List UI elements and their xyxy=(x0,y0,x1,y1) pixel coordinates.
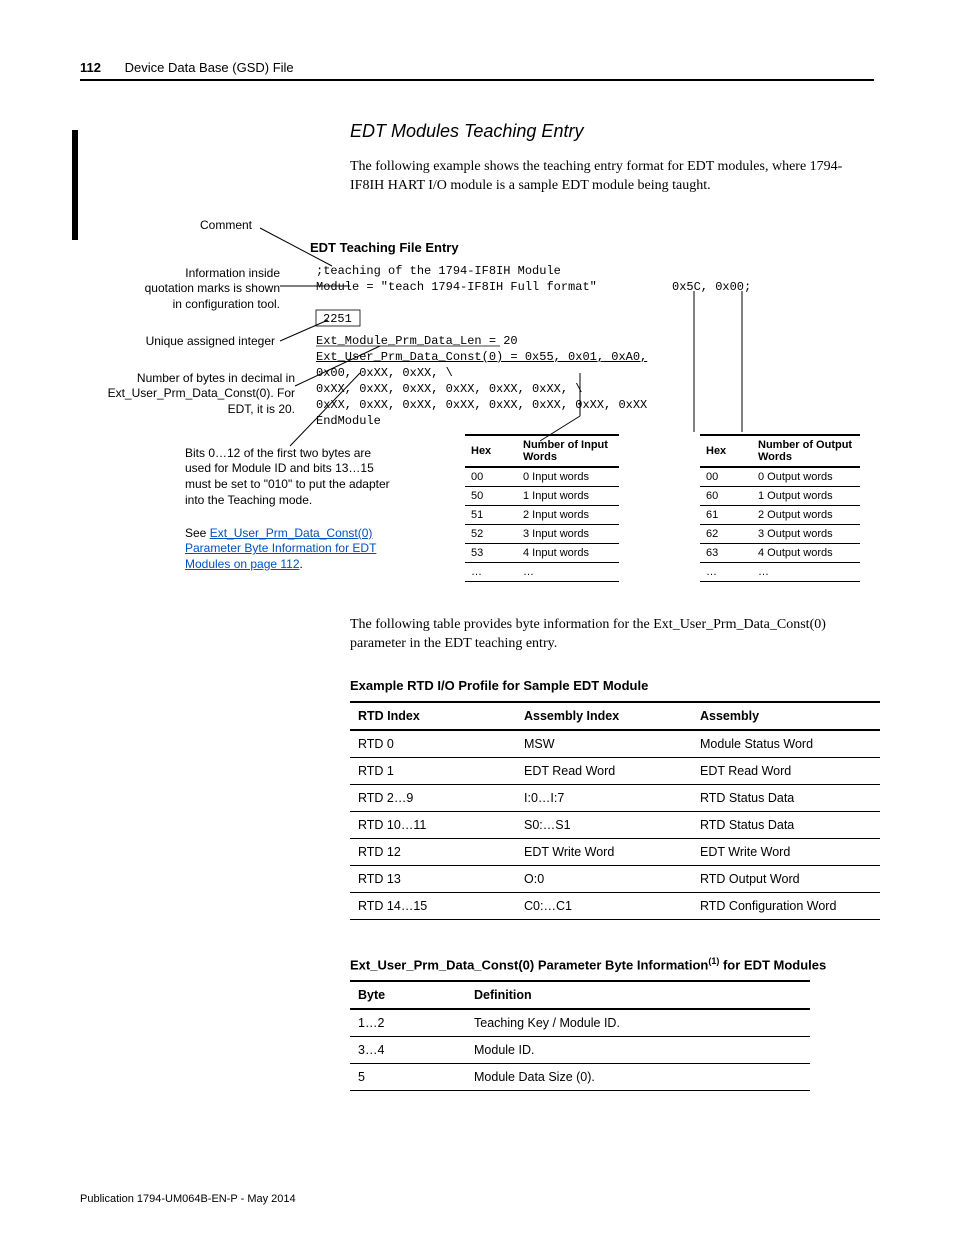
output-words-header: Number of Output Words xyxy=(752,435,860,467)
intro-paragraph: The following example shows the teaching… xyxy=(350,158,864,196)
table-cell: 3…4 xyxy=(350,1036,466,1063)
code-line-9: EndModule xyxy=(316,412,381,430)
code-line-5: Ext_User_Prm_Data_Const(0) = 0x55, 0x01,… xyxy=(316,350,647,364)
rtd-caption: Example RTD I/O Profile for Sample EDT M… xyxy=(350,678,874,693)
byte-h1: Byte xyxy=(350,981,466,1009)
input-hex-header: Hex xyxy=(465,435,517,467)
table-cell: … xyxy=(752,562,860,581)
table-cell: 4 Output words xyxy=(752,543,860,562)
table-cell: 63 xyxy=(700,543,752,562)
table-cell: … xyxy=(517,562,619,581)
table-cell: EDT Read Word xyxy=(692,757,880,784)
see-link[interactable]: Ext_User_Prm_Data_Const(0) Parameter Byt… xyxy=(185,526,376,571)
code-line-2b: 0x5C, 0x00; xyxy=(672,278,751,296)
table-cell: 00 xyxy=(465,467,517,487)
table-cell: 3 Input words xyxy=(517,524,619,543)
see-post: . xyxy=(300,557,303,571)
see-pre: See xyxy=(185,526,210,540)
chapter-title: Device Data Base (GSD) File xyxy=(125,60,294,75)
rtd-h2: Assembly Index xyxy=(516,702,692,730)
rtd-h1: RTD Index xyxy=(350,702,516,730)
byte-caption-sup: (1) xyxy=(708,956,719,966)
rtd-h3: Assembly xyxy=(692,702,880,730)
byte-caption-pre: Ext_User_Prm_Data_Const(0) Parameter Byt… xyxy=(350,957,708,972)
byte-h2: Definition xyxy=(466,981,810,1009)
table-cell: 1 Input words xyxy=(517,486,619,505)
table-cell: 50 xyxy=(465,486,517,505)
table-cell: 4 Input words xyxy=(517,543,619,562)
byte-caption-post: for EDT Modules xyxy=(719,957,826,972)
table-cell: RTD 10…11 xyxy=(350,811,516,838)
annotation-comment: Comment xyxy=(200,218,252,234)
table-cell: RTD Configuration Word xyxy=(692,892,880,919)
table-cell: 2 Input words xyxy=(517,505,619,524)
table-cell: I:0…I:7 xyxy=(516,784,692,811)
table-cell: RTD 0 xyxy=(350,730,516,758)
table-cell: RTD Status Data xyxy=(692,811,880,838)
table-cell: 51 xyxy=(465,505,517,524)
table-cell: … xyxy=(465,562,517,581)
byte-intro: The following table provides byte inform… xyxy=(350,616,864,654)
rtd-table: RTD Index Assembly Index Assembly RTD 0M… xyxy=(350,701,880,920)
table-cell: EDT Read Word xyxy=(516,757,692,784)
annotation-info: Information inside quotation marks is sh… xyxy=(140,266,280,313)
byte-table: Byte Definition 1…2Teaching Key / Module… xyxy=(350,980,810,1091)
table-cell: RTD 14…15 xyxy=(350,892,516,919)
table-cell: 2 Output words xyxy=(752,505,860,524)
output-hex-header: Hex xyxy=(700,435,752,467)
table-cell: RTD 1 xyxy=(350,757,516,784)
input-words-table: Hex Number of Input Words 000 Input word… xyxy=(465,434,619,582)
table-cell: 1…2 xyxy=(350,1009,466,1037)
table-cell: 61 xyxy=(700,505,752,524)
table-cell: 62 xyxy=(700,524,752,543)
table-cell: 5 xyxy=(350,1063,466,1090)
margin-bar xyxy=(72,130,78,240)
input-words-header: Number of Input Words xyxy=(517,435,619,467)
table-cell: 0 Input words xyxy=(517,467,619,487)
output-words-table: Hex Number of Output Words 000 Output wo… xyxy=(700,434,860,582)
table-cell: RTD Output Word xyxy=(692,865,880,892)
bits-note: Bits 0…12 of the first two bytes are use… xyxy=(185,446,395,508)
table-cell: 0 Output words xyxy=(752,467,860,487)
see-note: See Ext_User_Prm_Data_Const(0) Parameter… xyxy=(185,526,395,573)
table-cell: RTD 13 xyxy=(350,865,516,892)
table-cell: 00 xyxy=(700,467,752,487)
table-cell: 1 Output words xyxy=(752,486,860,505)
annotation-numbytes: Number of bytes in decimal in Ext_User_P… xyxy=(100,371,295,418)
page-number: 112 xyxy=(80,60,101,75)
page-header: 112 Device Data Base (GSD) File xyxy=(80,60,874,81)
table-cell: RTD 12 xyxy=(350,838,516,865)
table-cell: 60 xyxy=(700,486,752,505)
section-title: EDT Modules Teaching Entry xyxy=(350,121,874,142)
byte-caption: Ext_User_Prm_Data_Const(0) Parameter Byt… xyxy=(350,956,874,972)
publication-footer: Publication 1794-UM064B-EN-P - May 2014 xyxy=(80,1193,296,1205)
table-cell: MSW xyxy=(516,730,692,758)
diagram-area: Comment Information inside quotation mar… xyxy=(80,216,874,586)
code-line-2a: Module = "teach 1794-IF8IH Full format" xyxy=(316,278,597,296)
table-cell: RTD Status Data xyxy=(692,784,880,811)
table-cell: Teaching Key / Module ID. xyxy=(466,1009,810,1037)
table-cell: 53 xyxy=(465,543,517,562)
table-cell: Module ID. xyxy=(466,1036,810,1063)
code-line-3: 2251 xyxy=(323,310,352,328)
table-cell: 52 xyxy=(465,524,517,543)
teaching-file-heading: EDT Teaching File Entry xyxy=(310,240,459,255)
table-cell: 3 Output words xyxy=(752,524,860,543)
table-cell: Module Data Size (0). xyxy=(466,1063,810,1090)
annotation-unique: Unique assigned integer xyxy=(125,334,275,350)
table-cell: … xyxy=(700,562,752,581)
table-cell: EDT Write Word xyxy=(516,838,692,865)
table-cell: C0:…C1 xyxy=(516,892,692,919)
table-cell: O:0 xyxy=(516,865,692,892)
table-cell: S0:…S1 xyxy=(516,811,692,838)
table-cell: Module Status Word xyxy=(692,730,880,758)
table-cell: RTD 2…9 xyxy=(350,784,516,811)
table-cell: EDT Write Word xyxy=(692,838,880,865)
